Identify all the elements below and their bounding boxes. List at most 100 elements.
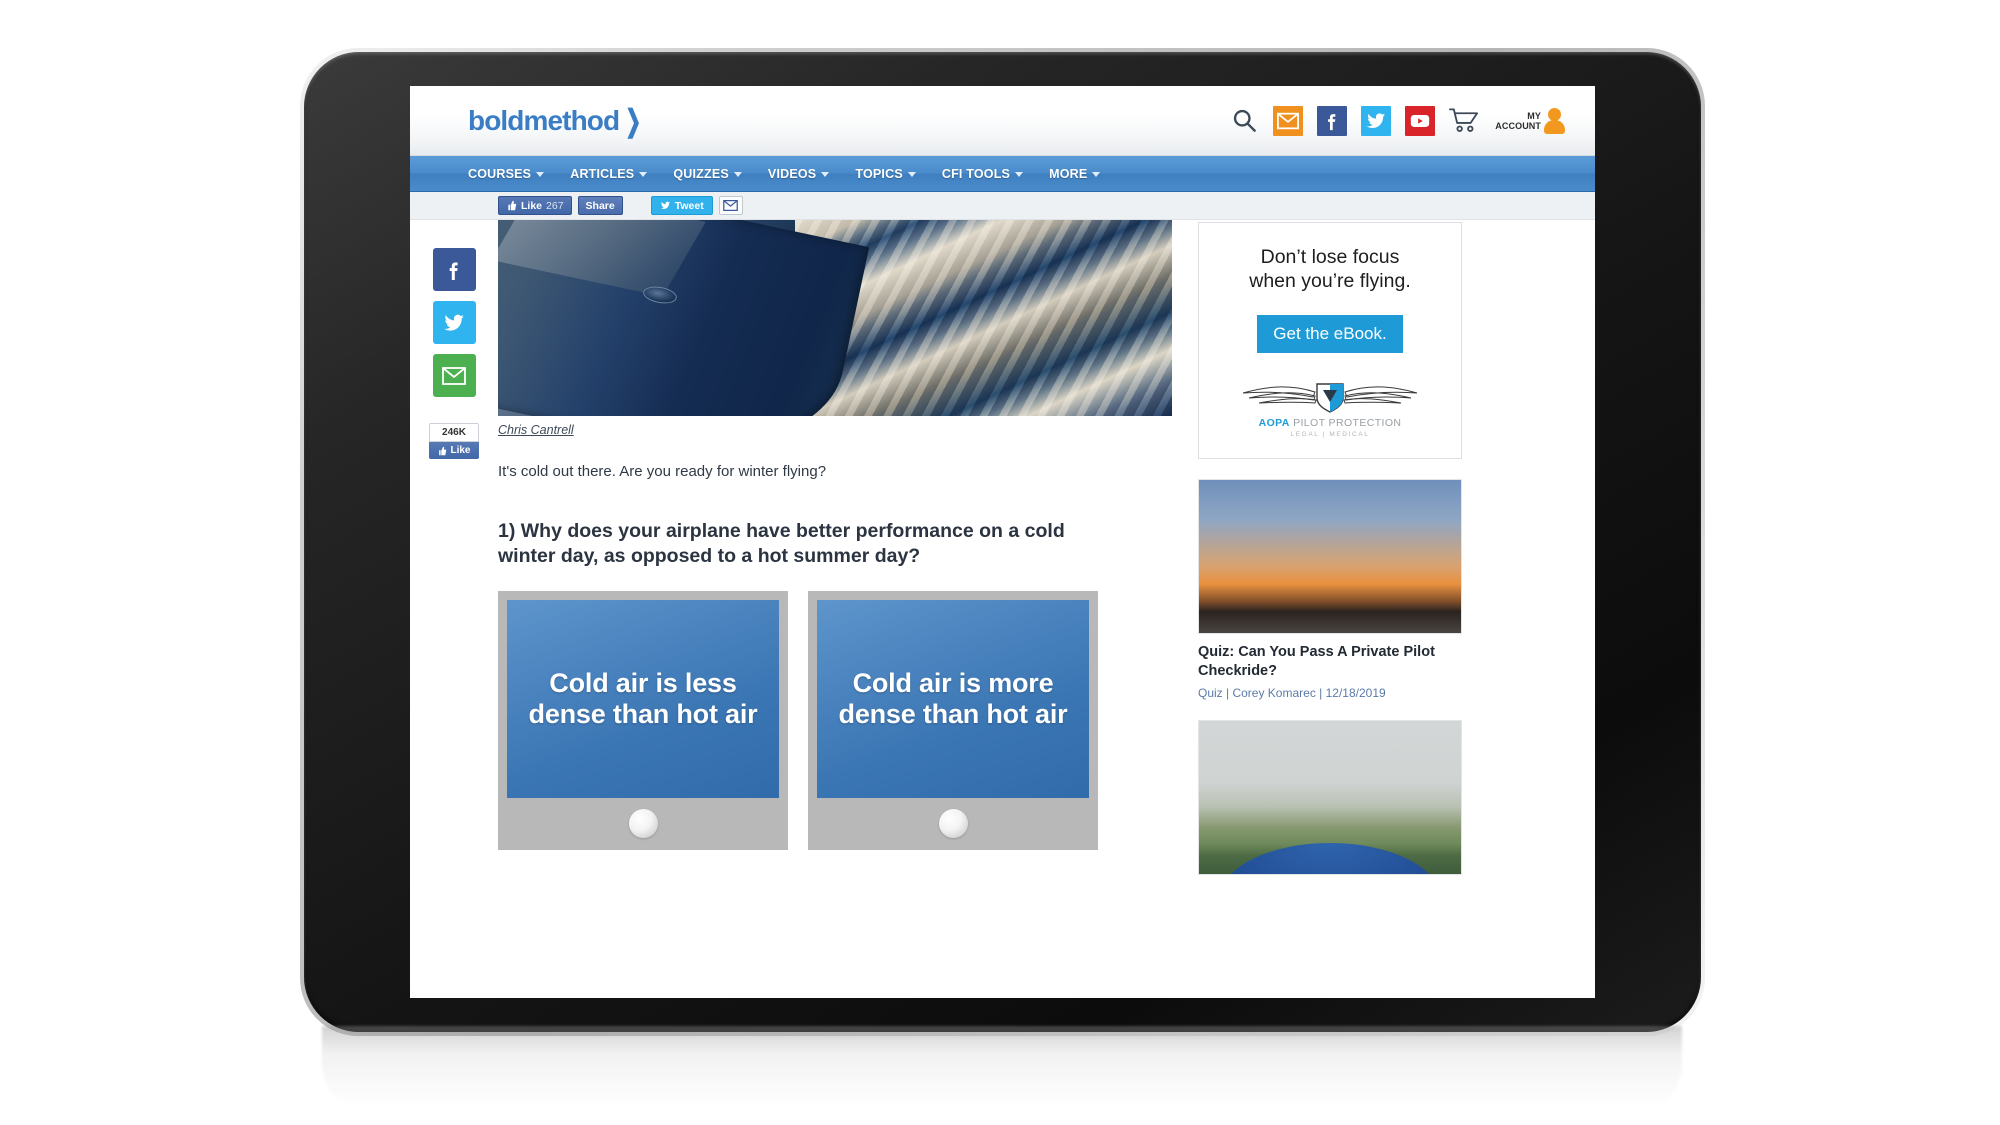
quiz-answers: Cold air is less dense than hot air Cold… [498,590,1172,850]
answer-option-2[interactable]: Cold air is more dense than hot air [808,590,1098,850]
ad-headline-line2: when you’re flying. [1249,270,1411,293]
nav-item-videos[interactable]: VIDEOS [768,167,830,181]
share-label: Share [585,199,615,212]
twitter-icon[interactable] [1361,105,1392,136]
chevron-down-icon [907,172,916,177]
tweet-label: Tweet [674,199,704,212]
cart-icon[interactable] [1449,106,1479,136]
photo-credit-link[interactable]: Chris Cantrell [498,423,574,437]
like-count: 267 [546,199,564,212]
tablet-device-frame: boldmethod ❯ MY ACCOUNT COURSES ARTICLES… [300,48,1705,1036]
sidebar-card-1-title[interactable]: Quiz: Can You Pass A Private Pilot Check… [1198,643,1462,681]
my-account-button[interactable]: MY ACCOUNT [1495,107,1565,134]
thumbs-up-icon [439,446,447,455]
aopa-brand-bold: AOPA [1258,417,1290,430]
screenshot-stage: boldmethod ❯ MY ACCOUNT COURSES ARTICLES… [0,0,2000,1125]
like-label: Like [521,199,543,212]
envelope-icon [442,366,466,385]
rail-email-button[interactable] [432,354,476,397]
sidebar-thumbnail-sunset[interactable] [1198,479,1462,635]
facebook-icon [449,262,458,280]
aopa-brand-rest: PILOT PROTECTION [1289,417,1402,430]
chevron-down-icon [821,172,830,177]
ad-headline: Don’t lose focus when you’re flying. [1215,245,1445,293]
tablet-reflection [322,1026,1682,1114]
lake-shape [1219,843,1441,875]
hero-image [498,220,1172,416]
sidebar-card-1: Quiz: Can You Pass A Private Pilot Check… [1198,479,1462,700]
rail-facebook-button[interactable] [432,248,476,291]
nav-label: QUIZZES [673,166,729,181]
ad-cta-button[interactable]: Get the eBook. [1257,315,1403,354]
rail-twitter-button[interactable] [432,301,476,344]
quiz-question: 1) Why does your airplane have better pe… [498,519,1065,567]
chevron-down-icon [733,172,742,177]
chevron-down-icon [1092,172,1101,177]
envelope-icon [723,200,739,211]
youtube-icon[interactable] [1405,105,1436,136]
my-account-line2: ACCOUNT [1495,120,1541,131]
tablet-screen: boldmethod ❯ MY ACCOUNT COURSES ARTICLES… [410,86,1595,998]
facebook-like-button[interactable]: Like 267 [498,196,572,215]
article-lede: It's cold out there. Are you ready for w… [498,463,827,480]
site-header: boldmethod ❯ MY ACCOUNT [410,86,1595,156]
sticky-share-rail: 246K Like [410,220,498,998]
twitter-icon [444,314,464,331]
rail-like-label: Like [450,445,471,456]
answer-option-1-radio[interactable] [628,809,658,839]
rail-like-count: 246K [429,423,479,442]
my-account-label: MY ACCOUNT [1495,111,1541,131]
answer-option-1-footer [507,798,779,850]
site-logo[interactable]: boldmethod ❯ [468,105,645,137]
aopa-brand-sub: LEGAL | MEDICAL [1290,431,1370,439]
nav-item-topics[interactable]: TOPICS [855,167,916,181]
answer-option-2-radio[interactable] [938,809,968,839]
chevron-down-icon [1015,172,1024,177]
aopa-wings-icon [1215,375,1445,415]
answer-option-2-label: Cold air is more dense than hot air [838,668,1068,729]
nav-label: TOPICS [855,166,903,181]
nav-item-articles[interactable]: ARTICLES [570,166,648,181]
aopa-logo: AOPA PILOT PROTECTION LEGAL | MEDICAL [1215,375,1445,438]
sidebar-thumbnail-fog[interactable] [1198,720,1462,876]
email-icon[interactable] [1273,105,1304,136]
page-body: 246K Like Chris Cantrell It's cold out t… [410,220,1595,998]
social-share-strip: Like 267 Share Tweet [410,192,1595,220]
chevron-down-icon [536,172,545,177]
facebook-like-box: 246K Like [429,423,479,459]
sidebar-card-2 [1198,720,1462,876]
share-email-button[interactable] [718,196,743,215]
winged-shield-icon [1242,383,1418,414]
foggy-landscape [1199,721,1461,875]
chevron-down-icon [639,172,648,177]
nav-label: CFI TOOLS [941,166,1011,181]
answer-option-2-panel: Cold air is more dense than hot air [817,599,1089,798]
facebook-icon[interactable] [1317,105,1348,136]
article-column: Chris Cantrell It's cold out there. Are … [498,220,1198,998]
sidebar-advertisement[interactable]: Don’t lose focus when you’re flying. Get… [1198,222,1462,460]
facebook-share-button[interactable]: Share [577,196,623,215]
nav-item-courses[interactable]: COURSES [468,166,545,181]
logo-text: boldmethod [468,104,620,136]
ad-headline-line1: Don’t lose focus [1260,246,1400,268]
tweet-button[interactable]: Tweet [650,196,713,215]
nav-label: COURSES [468,166,532,181]
twitter-icon [660,201,670,209]
photo-credit: Chris Cantrell [498,423,1172,437]
answer-option-1-panel: Cold air is less dense than hot air [507,599,779,798]
nav-item-quizzes[interactable]: QUIZZES [673,167,742,181]
sidebar-card-1-meta: Quiz | Corey Komarec | 12/18/2019 [1198,686,1386,701]
search-icon[interactable] [1229,106,1259,136]
nav-label: ARTICLES [570,166,635,181]
answer-option-1[interactable]: Cold air is less dense than hot air [498,590,788,850]
nav-item-cfi-tools[interactable]: CFI TOOLS [941,166,1024,181]
thumbs-up-icon [508,200,517,211]
sunset-sky [1199,480,1461,634]
tablet-bezel: boldmethod ❯ MY ACCOUNT COURSES ARTICLES… [304,52,1701,1032]
answer-option-1-label: Cold air is less dense than hot air [528,668,758,729]
nav-item-more[interactable]: MORE [1049,166,1101,181]
nav-label: MORE [1049,166,1088,181]
rail-like-button[interactable]: Like [429,442,479,459]
answer-option-2-footer [817,798,1089,850]
sidebar: Don’t lose focus when you’re flying. Get… [1198,220,1462,998]
